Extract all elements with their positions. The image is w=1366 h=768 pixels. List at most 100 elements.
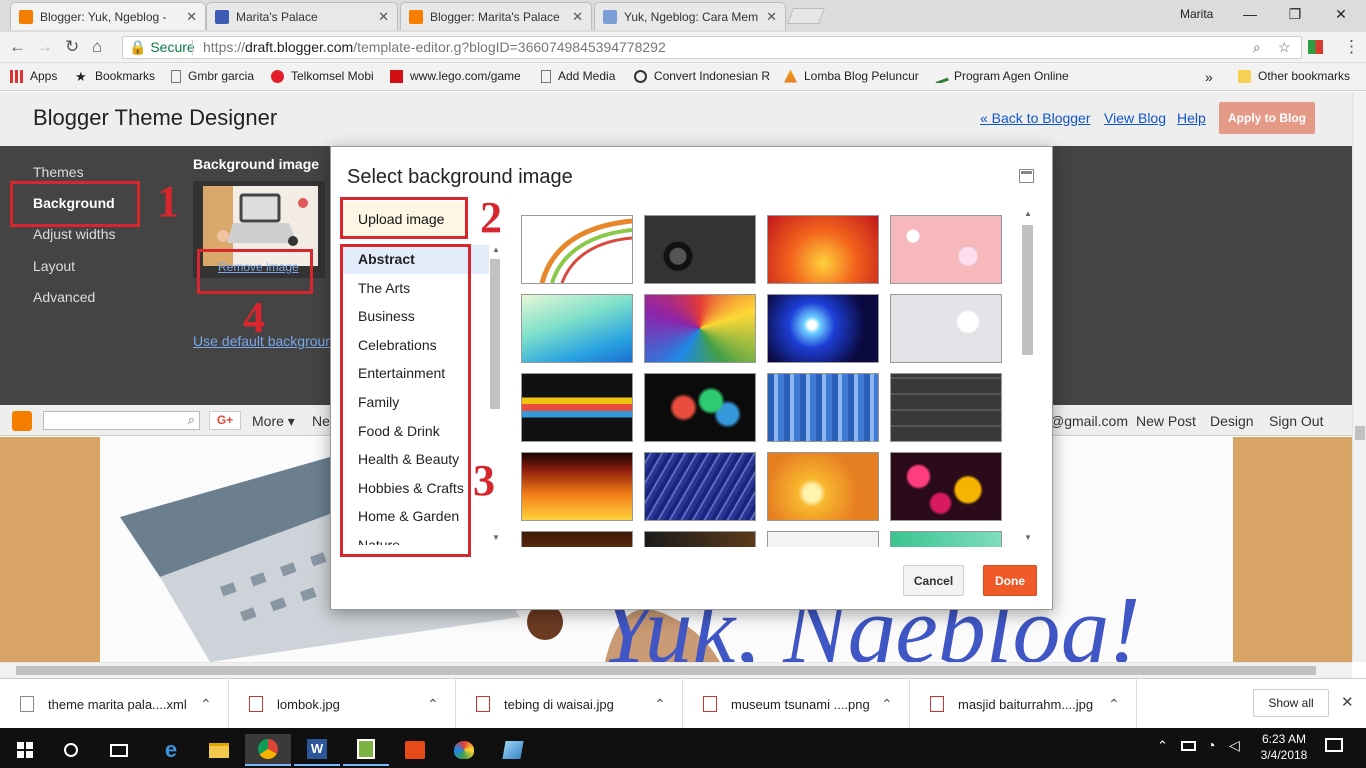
scroll-thumb[interactable] [490, 259, 500, 409]
back-arrow-icon[interactable]: ← [9, 38, 26, 56]
blog-search-input[interactable]: ⌕ [43, 411, 200, 430]
bookmarks-overflow-button[interactable]: » [1205, 69, 1213, 85]
download-item[interactable]: theme marita pala....xml ⌃ [0, 679, 229, 729]
apply-to-blog-button[interactable]: Apply to Blog [1219, 102, 1315, 134]
page-vertical-scrollbar[interactable] [1352, 92, 1366, 662]
download-item[interactable]: museum tsunami ....png ⌃ [683, 679, 910, 729]
download-item[interactable]: tebing di waisai.jpg ⌃ [456, 679, 683, 729]
tab-blogger-yuk-ngeblog[interactable]: Blogger: Yuk, Ngeblog - ✕ [10, 2, 206, 30]
sidebar-item-themes[interactable]: Themes [33, 164, 84, 180]
image-thumbnail[interactable] [521, 215, 633, 284]
sign-out-link[interactable]: Sign Out [1269, 413, 1323, 429]
tab-yuk-ngeblog-cara[interactable]: Yuk, Ngeblog: Cara Mem ✕ [594, 2, 786, 30]
tab-blogger-maritas-palace[interactable]: Blogger: Marita's Palace ✕ [400, 2, 592, 30]
bookmark-bookmarks[interactable]: ★ Bookmarks [75, 69, 155, 83]
download-item[interactable]: masjid baiturrahm....jpg ⌃ [910, 679, 1137, 729]
blogger-logo-icon[interactable] [12, 411, 32, 431]
office-icon[interactable] [392, 734, 438, 766]
more-menu[interactable]: More ▾ [252, 413, 295, 430]
paint-icon[interactable] [441, 734, 487, 766]
bookmark-apps[interactable]: Apps [10, 69, 57, 83]
file-explorer-icon[interactable] [196, 734, 242, 766]
image-thumbnail[interactable] [890, 531, 1002, 547]
extension-icon[interactable] [1308, 40, 1323, 54]
scroll-thumb[interactable] [16, 666, 1316, 675]
search-circle-icon[interactable] [48, 734, 94, 766]
bookmark-lego[interactable]: www.lego.com/game [390, 69, 528, 83]
scroll-thumb[interactable] [1022, 225, 1033, 355]
reload-icon[interactable]: ↻ [65, 38, 79, 56]
chevron-up-icon[interactable]: ⌃ [200, 696, 212, 713]
image-thumbnail[interactable] [644, 215, 756, 284]
scroll-down-icon[interactable]: ▼ [1024, 533, 1032, 542]
image-thumbnail[interactable] [890, 373, 1002, 442]
scroll-down-icon[interactable]: ▼ [492, 533, 500, 542]
sidebar-item-adjust-widths[interactable]: Adjust widths [33, 226, 115, 242]
profile-name[interactable]: Marita [1180, 7, 1213, 21]
close-tab-icon[interactable]: ✕ [186, 9, 197, 25]
edge-browser-icon[interactable]: e [148, 734, 194, 766]
volume-icon[interactable]: ◁ [1229, 737, 1240, 754]
bookmark-telkomsel[interactable]: Telkomsel Mobi [271, 69, 374, 83]
google-plus-button[interactable]: G+ [209, 411, 241, 430]
image-thumbnail[interactable] [521, 373, 633, 442]
image-thumbnail[interactable] [644, 294, 756, 363]
new-post-link[interactable]: New Post [1136, 413, 1196, 429]
url-text[interactable]: https://draft.blogger.com/template-edito… [203, 37, 666, 58]
close-tab-icon[interactable]: ✕ [572, 9, 583, 25]
system-clock[interactable]: 6:23 AM 3/4/2018 [1252, 731, 1316, 763]
chevron-up-icon[interactable]: ⌃ [881, 696, 893, 713]
bookmark-program-agen[interactable]: Program Agen Online [934, 69, 1070, 83]
zoom-icon[interactable]: ⌕ [1253, 37, 1261, 58]
image-thumbnail[interactable] [521, 531, 633, 547]
back-to-blogger-link[interactable]: « Back to Blogger [980, 110, 1091, 126]
image-thumbnail[interactable] [767, 294, 879, 363]
chevron-up-icon[interactable]: ⌃ [654, 696, 666, 713]
secure-indicator[interactable]: 🔒 Secure [129, 37, 195, 58]
page-horizontal-scrollbar[interactable] [0, 662, 1352, 678]
chevron-up-icon[interactable]: ⌃ [1108, 696, 1120, 713]
scroll-up-icon[interactable]: ▲ [1024, 209, 1032, 218]
close-shelf-icon[interactable]: ✕ [1341, 693, 1354, 711]
tab-maritas-palace[interactable]: Marita's Palace ✕ [206, 2, 398, 30]
design-link[interactable]: Design [1210, 413, 1254, 429]
sidebar-item-layout[interactable]: Layout [33, 258, 75, 274]
close-window-icon[interactable]: ✕ [1318, 0, 1364, 30]
other-bookmarks[interactable]: Other bookmarks [1238, 69, 1350, 83]
home-icon[interactable]: ⌂ [92, 38, 102, 56]
bookmark-lomba-blog[interactable]: Lomba Blog Peluncur [784, 69, 920, 83]
sidebar-item-advanced[interactable]: Advanced [33, 289, 95, 305]
bookmark-star-icon[interactable]: ☆ [1278, 37, 1291, 58]
image-thumbnail[interactable] [767, 531, 879, 547]
notifications-icon[interactable] [1325, 738, 1343, 752]
forward-arrow-icon[interactable]: → [36, 38, 53, 56]
done-button[interactable]: Done [983, 565, 1037, 596]
word-icon[interactable]: W [294, 734, 340, 766]
bookmark-gmbr-garcia[interactable]: Gmbr garcia [171, 69, 254, 83]
restore-icon[interactable]: ❐ [1272, 0, 1318, 30]
next-blog-link[interactable]: Ne [312, 413, 330, 429]
tray-chevron-icon[interactable]: ⌃ [1157, 738, 1168, 754]
image-thumbnail[interactable] [521, 294, 633, 363]
image-thumbnail[interactable] [767, 373, 879, 442]
image-thumbnail[interactable] [644, 531, 756, 547]
image-thumbnail[interactable] [890, 215, 1002, 284]
notepad-icon[interactable] [343, 734, 389, 766]
image-thumbnail[interactable] [644, 373, 756, 442]
scroll-thumb[interactable] [1355, 426, 1365, 440]
image-thumbnail[interactable] [521, 452, 633, 521]
bookmark-add-media[interactable]: Add Media [541, 69, 615, 83]
help-link[interactable]: Help [1177, 110, 1206, 126]
new-tab-button[interactable] [787, 8, 825, 24]
show-all-button[interactable]: Show all [1253, 689, 1329, 717]
close-tab-icon[interactable]: ✕ [766, 9, 777, 25]
image-thumbnail[interactable] [644, 452, 756, 521]
image-thumbnail[interactable] [890, 452, 1002, 521]
cancel-button[interactable]: Cancel [903, 565, 964, 596]
image-thumbnail[interactable] [767, 215, 879, 284]
download-item[interactable]: lombok.jpg ⌃ [229, 679, 456, 729]
image-thumbnail[interactable] [890, 294, 1002, 363]
image-thumbnail[interactable] [767, 452, 879, 521]
chevron-up-icon[interactable]: ⌃ [427, 696, 439, 713]
battery-icon[interactable] [1181, 741, 1196, 751]
